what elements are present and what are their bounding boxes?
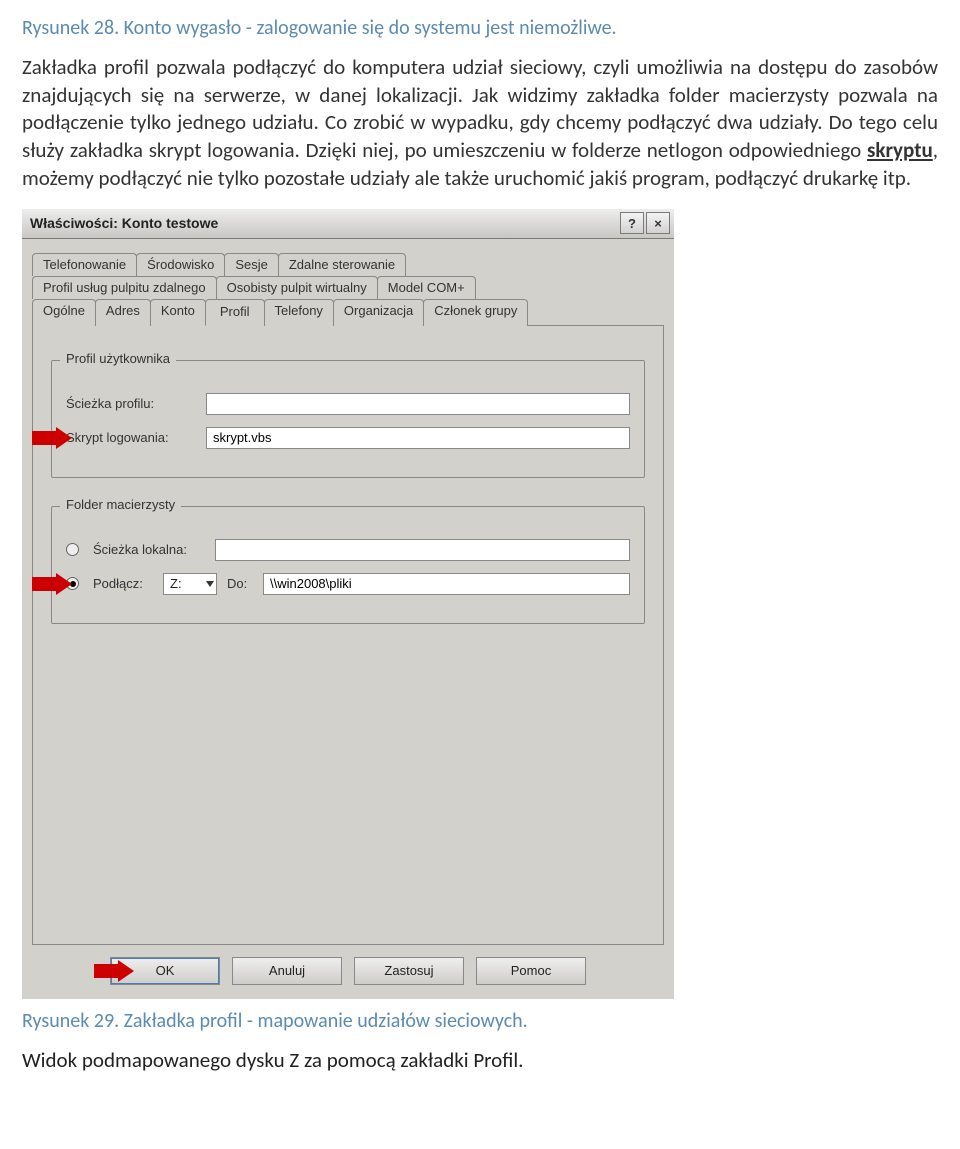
- connect-to-label: Do:: [227, 576, 253, 591]
- tab-osobisty-pulpit[interactable]: Osobisty pulpit wirtualny: [216, 276, 378, 299]
- profile-path-field: Ścieżka profilu:: [66, 393, 630, 415]
- user-profile-legend: Profil użytkownika: [60, 351, 176, 366]
- home-folder-groupbox: Folder macierzysty Ścieżka lokalna: Podł…: [51, 506, 645, 624]
- properties-dialog-screenshot: Właściwości: Konto testowe ? × Telefonow…: [22, 209, 674, 999]
- tab-konto[interactable]: Konto: [150, 299, 206, 326]
- tab-ogolne[interactable]: Ogólne: [32, 299, 96, 326]
- cancel-button[interactable]: Anuluj: [232, 957, 342, 985]
- tab-model-com[interactable]: Model COM+: [377, 276, 476, 299]
- tab-adres[interactable]: Adres: [95, 299, 151, 326]
- drive-letter-select[interactable]: Z:: [163, 573, 217, 595]
- tab-sesje[interactable]: Sesje: [224, 253, 279, 276]
- apply-button[interactable]: Zastosuj: [354, 957, 464, 985]
- paragraph-part-a: Zakładka profil pozwala podłączyć do kom…: [22, 54, 938, 163]
- profile-path-input[interactable]: [206, 393, 630, 415]
- logon-script-input[interactable]: [206, 427, 630, 449]
- closing-text: Widok podmapowanego dysku Z za pomocą za…: [22, 1047, 938, 1073]
- close-button[interactable]: ×: [646, 212, 670, 234]
- annotation-arrow-icon: [94, 960, 138, 982]
- dialog-body: Telefonowanie Środowisko Sesje Zdalne st…: [22, 239, 674, 999]
- properties-dialog: Właściwości: Konto testowe ? × Telefonow…: [22, 209, 674, 999]
- user-profile-groupbox: Profil użytkownika Ścieżka profilu: Skry…: [51, 360, 645, 478]
- tab-profil[interactable]: Profil: [205, 299, 265, 326]
- help-button[interactable]: ?: [620, 212, 644, 234]
- inline-link-skryptu[interactable]: skryptu: [867, 137, 933, 163]
- body-paragraph: Zakładka profil pozwala podłączyć do kom…: [22, 54, 938, 193]
- logon-script-label: Skrypt logowania:: [66, 430, 196, 445]
- figure-caption-29: Rysunek 29. Zakładka profil - mapowanie …: [22, 1009, 938, 1033]
- annotation-arrow-icon: [32, 427, 76, 449]
- tab-telefony[interactable]: Telefony: [264, 299, 334, 326]
- titlebar: Właściwości: Konto testowe ? ×: [22, 209, 674, 239]
- connect-label: Podłącz:: [93, 576, 153, 591]
- profile-path-label: Ścieżka profilu:: [66, 396, 196, 411]
- figure-caption-28: Rysunek 28. Konto wygasło - zalogowanie …: [22, 16, 938, 40]
- local-path-input[interactable]: [215, 539, 630, 561]
- logon-script-field: Skrypt logowania:: [66, 427, 630, 449]
- dialog-button-row: OK Anuluj Zastosuj Pomoc: [32, 957, 664, 985]
- tab-organizacja[interactable]: Organizacja: [333, 299, 424, 326]
- tab-czlonek-grupy[interactable]: Członek grupy: [423, 299, 528, 326]
- drive-letter-value: Z:: [170, 576, 182, 591]
- annotation-arrow-icon: [32, 573, 76, 595]
- tab-srodowisko[interactable]: Środowisko: [136, 253, 225, 276]
- tab-strip: Telefonowanie Środowisko Sesje Zdalne st…: [32, 249, 664, 322]
- connect-field: Podłącz: Z: Do:: [66, 573, 630, 595]
- connect-to-input[interactable]: [263, 573, 630, 595]
- tab-content-profil: Profil użytkownika Ścieżka profilu: Skry…: [32, 325, 664, 945]
- local-path-field: Ścieżka lokalna:: [66, 539, 630, 561]
- chevron-down-icon: [206, 581, 214, 587]
- window-title: Właściwości: Konto testowe: [30, 215, 618, 231]
- tab-telefonowanie[interactable]: Telefonowanie: [32, 253, 137, 276]
- local-path-label: Ścieżka lokalna:: [93, 542, 205, 557]
- tab-zdalne-sterowanie[interactable]: Zdalne sterowanie: [278, 253, 406, 276]
- home-folder-legend: Folder macierzysty: [60, 497, 181, 512]
- local-path-radio[interactable]: [66, 543, 79, 556]
- help-button-footer[interactable]: Pomoc: [476, 957, 586, 985]
- tab-profil-uslug[interactable]: Profil usług pulpitu zdalnego: [32, 276, 217, 299]
